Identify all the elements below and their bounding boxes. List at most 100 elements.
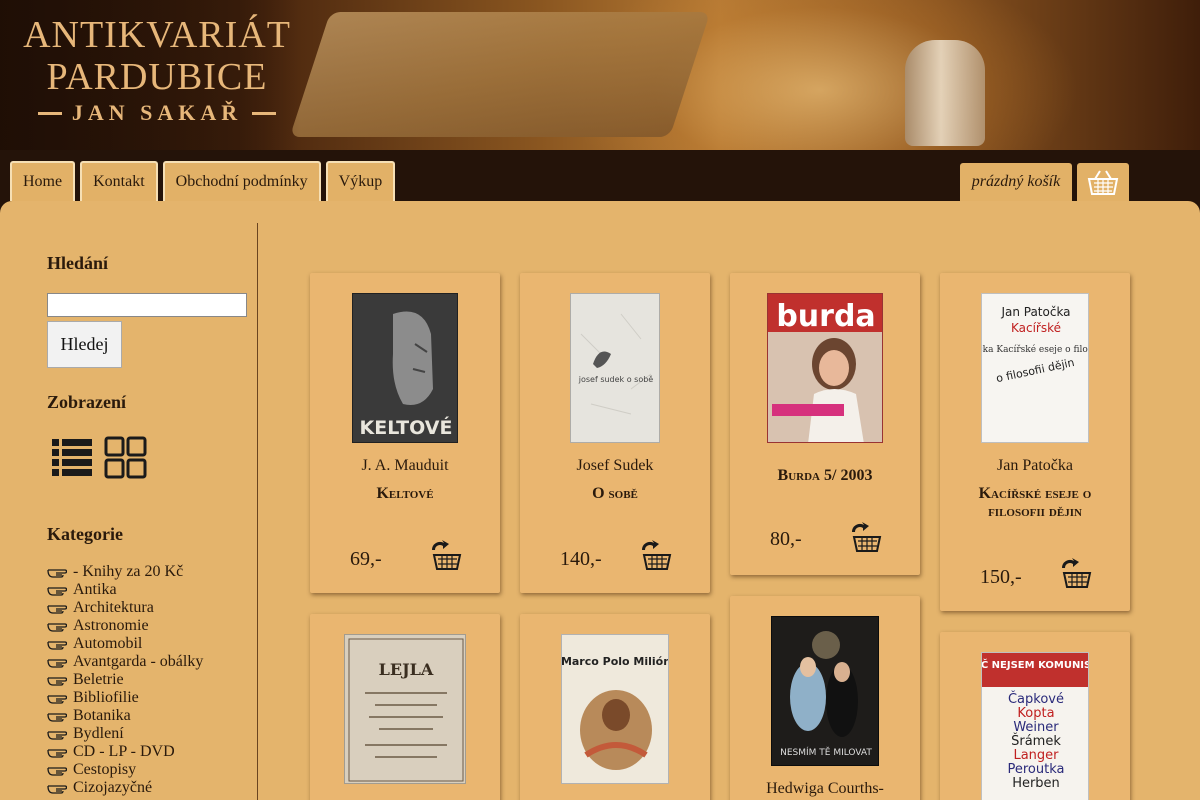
- category-item[interactable]: Antika: [47, 581, 203, 599]
- category-item[interactable]: Bibliofilie: [47, 689, 203, 707]
- search-button[interactable]: Hledej: [47, 321, 122, 368]
- product-title[interactable]: O sobě: [530, 485, 700, 503]
- pointing-hand-icon: [47, 746, 67, 758]
- category-label: Architektura: [73, 599, 154, 616]
- book-cover[interactable]: josef sudek o sobě: [570, 293, 660, 443]
- cover-title: LEJLA: [379, 660, 434, 679]
- pointing-hand-icon: [47, 584, 67, 596]
- product-card[interactable]: PROČ NEJSEM KOMUNISTOU Čapkové Kopta Wei…: [940, 632, 1130, 800]
- logo-dash-left: [37, 111, 62, 115]
- nav-obchodni-podminky[interactable]: Obchodní podmínky: [162, 161, 321, 201]
- logo-line-3: JAN SAKAŘ: [22, 100, 292, 126]
- grid-view-icon: [104, 436, 147, 479]
- category-item[interactable]: - Knihy za 20 Kč: [47, 563, 203, 581]
- site-logo[interactable]: ANTIKVARIÁT PARDUBICE JAN SAKAŘ: [22, 14, 292, 126]
- product-card[interactable]: NESMÍM TĚ MILOVAT Hedwiga Courths-: [730, 596, 920, 800]
- add-to-cart-button[interactable]: [848, 519, 882, 553]
- main-nav: Home Kontakt Obchodní podmínky Výkup: [10, 161, 396, 201]
- svg-text:Langer: Langer: [1013, 748, 1059, 763]
- pointing-hand-icon: [47, 602, 67, 614]
- category-label: CD - LP - DVD: [73, 743, 175, 760]
- list-view-button[interactable]: [51, 436, 93, 483]
- pointing-hand-icon: [47, 692, 67, 704]
- category-item[interactable]: Beletrie: [47, 671, 203, 689]
- product-price: 69,-: [350, 548, 382, 570]
- main-content: Hledání Hledej Zobrazení Kategorie - Kni…: [0, 201, 1200, 800]
- cover-art: josef sudek o sobě: [571, 294, 659, 442]
- header-banner: ANTIKVARIÁT PARDUBICE JAN SAKAŘ: [0, 0, 1200, 150]
- category-item[interactable]: Automobil: [47, 635, 203, 653]
- category-item[interactable]: Cestopisy: [47, 761, 203, 779]
- category-item[interactable]: Botanika: [47, 707, 203, 725]
- nav-vykup[interactable]: Výkup: [325, 161, 396, 201]
- cover-art: burda: [768, 294, 882, 442]
- category-item[interactable]: CD - LP - DVD: [47, 743, 203, 761]
- category-label: - Knihy za 20 Kč: [73, 563, 184, 580]
- cover-title: burda: [776, 299, 875, 334]
- category-item[interactable]: Avantgarda - obálky: [47, 653, 203, 671]
- product-author: Jan Patočka: [997, 457, 1073, 474]
- product-title[interactable]: Kacířské eseje o filosofii dějin: [950, 485, 1120, 521]
- product-card[interactable]: Marco Polo Milión: [520, 614, 710, 800]
- category-item[interactable]: Astronomie: [47, 617, 203, 635]
- category-label: Cestopisy: [73, 761, 137, 778]
- logo-dash-right: [252, 111, 277, 115]
- cover-title: NESMÍM TĚ MILOVAT: [780, 746, 872, 758]
- book-cover[interactable]: Jan Patočka Kacířské eseje o filosofii d…: [981, 293, 1089, 443]
- cover-title: Jan Patočka Kacířské eseje o filosofii d…: [982, 344, 1089, 355]
- cover-title: KELTOVÉ: [360, 416, 453, 439]
- nav-kontakt[interactable]: Kontakt: [80, 161, 158, 201]
- logo-line-2: PARDUBICE: [46, 56, 268, 98]
- svg-text:Čapkové: Čapkové: [1008, 691, 1064, 707]
- svg-text:Weiner: Weiner: [1013, 720, 1059, 735]
- book-cover[interactable]: burda: [767, 293, 883, 443]
- book-cover[interactable]: Marco Polo Milión: [561, 634, 669, 784]
- product-title[interactable]: Burda 5/ 2003: [740, 467, 910, 485]
- product-card[interactable]: burda Burda 5/ 2003 80,-: [730, 273, 920, 575]
- cover-art: LEJLA: [345, 635, 465, 783]
- category-label: Antika: [73, 581, 117, 598]
- category-item[interactable]: Architektura: [47, 599, 203, 617]
- add-to-cart-button[interactable]: [638, 537, 672, 571]
- product-price: 140,-: [560, 548, 602, 570]
- product-author: J. A. Mauduit: [361, 457, 449, 474]
- product-card[interactable]: Jan Patočka Kacířské eseje o filosofii d…: [940, 273, 1130, 611]
- category-label: Bydlení: [73, 725, 124, 742]
- nav-home[interactable]: Home: [10, 161, 76, 201]
- search-heading: Hledání: [47, 253, 109, 273]
- category-label: Botanika: [73, 707, 131, 724]
- add-to-cart-button[interactable]: [428, 537, 462, 571]
- book-cover[interactable]: LEJLA: [344, 634, 466, 784]
- search-input[interactable]: [47, 293, 247, 317]
- cart-button[interactable]: [1077, 163, 1129, 201]
- pointing-hand-icon: [47, 710, 67, 722]
- svg-text:Herben: Herben: [1012, 776, 1060, 791]
- pointing-hand-icon: [47, 638, 67, 650]
- book-cover[interactable]: KELTOVÉ: [352, 293, 458, 443]
- product-card[interactable]: KELTOVÉ J. A. Mauduit Keltové 69,-: [310, 273, 500, 593]
- book-cover[interactable]: NESMÍM TĚ MILOVAT: [771, 616, 879, 766]
- product-price: 150,-: [980, 566, 1022, 588]
- product-card[interactable]: josef sudek o sobě Josef Sudek O sobě 14…: [520, 273, 710, 593]
- sidebar: Hledání Hledej Zobrazení Kategorie - Kni…: [0, 223, 258, 800]
- basket-icon: [1087, 170, 1119, 195]
- cover-art: KELTOVÉ: [353, 294, 457, 442]
- product-author: Josef Sudek: [576, 457, 654, 474]
- cover-art: Marco Polo Milión: [562, 635, 668, 783]
- view-heading: Zobrazení: [47, 392, 126, 412]
- book-cover[interactable]: PROČ NEJSEM KOMUNISTOU Čapkové Kopta Wei…: [981, 652, 1089, 800]
- category-item[interactable]: Cizojazyčné: [47, 779, 203, 797]
- add-to-cart-button[interactable]: [1058, 555, 1092, 589]
- product-card[interactable]: LEJLA: [310, 614, 500, 800]
- add-to-cart-icon: [1061, 558, 1092, 588]
- product-title[interactable]: Keltové: [320, 485, 490, 503]
- pointing-hand-icon: [47, 620, 67, 632]
- svg-text:Peroutka: Peroutka: [1008, 762, 1065, 777]
- category-list: - Knihy za 20 Kč Antika Architektura Astron…: [47, 563, 203, 797]
- categories-heading: Kategorie: [47, 524, 123, 544]
- category-item[interactable]: Bydlení: [47, 725, 203, 743]
- cart-status[interactable]: prázdný košík: [960, 163, 1072, 201]
- grid-view-button[interactable]: [104, 436, 148, 485]
- product-price: 80,-: [770, 528, 802, 550]
- pointing-hand-icon: [47, 566, 67, 578]
